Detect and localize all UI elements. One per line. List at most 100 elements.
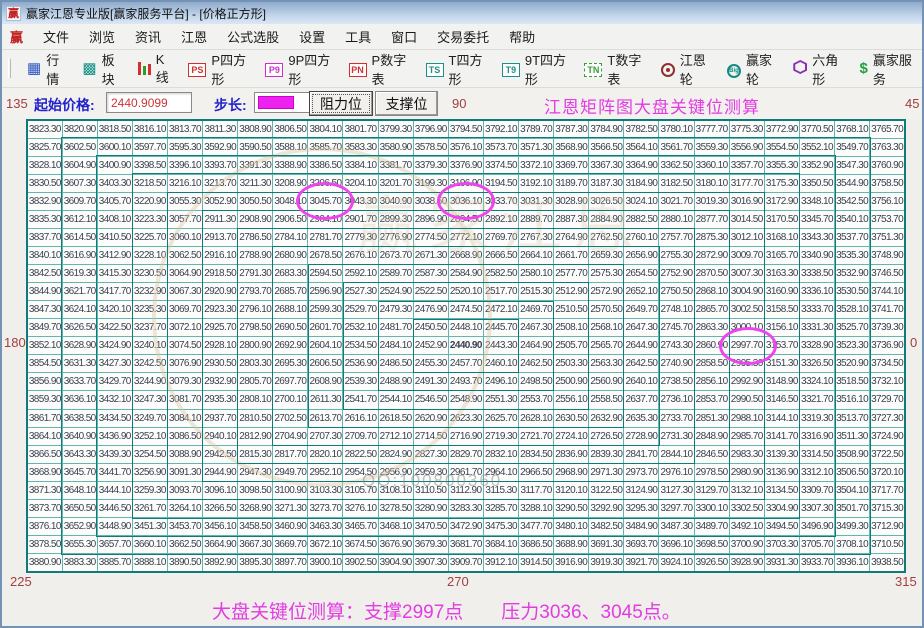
- matrix-cell: 2676.10: [343, 247, 378, 265]
- matrix-cell: 3148.90: [764, 373, 799, 391]
- menu-item-3[interactable]: 江恩: [171, 24, 217, 49]
- matrix-cell: 3072.10: [167, 319, 202, 337]
- matrix-cell: 2832.10: [483, 445, 518, 463]
- matrix-cell: 3033.70: [483, 193, 518, 211]
- menu-item-4[interactable]: 公式选股: [217, 24, 289, 49]
- matrix-cell: 3792.10: [483, 120, 518, 139]
- matrix-cell: 2592.10: [343, 265, 378, 283]
- matrix-cell: 3523.30: [835, 337, 870, 355]
- matrix-cell: 2544.10: [378, 391, 413, 409]
- toolbar-item-9t-square[interactable]: T99T四方形: [495, 48, 575, 90]
- matrix-cell: 2512.90: [554, 283, 589, 301]
- matrix-cell: 3739.30: [870, 319, 905, 337]
- matrix-cell: 3436.90: [97, 427, 132, 445]
- matrix-cell: 2822.50: [343, 445, 378, 463]
- matrix-cell: 2784.10: [273, 229, 308, 247]
- matrix-cell: 3614.50: [62, 229, 97, 247]
- toolbar-item-sectors[interactable]: ▩板块: [75, 48, 127, 90]
- matrix-cell: 3160.90: [764, 283, 799, 301]
- matrix-cell: 3060.10: [167, 229, 202, 247]
- menu-item-7[interactable]: 窗口: [381, 24, 427, 49]
- matrix-cell: 2841.70: [624, 445, 659, 463]
- matrix-cell: 3240.10: [132, 337, 167, 355]
- ts-badge-icon: TS: [426, 61, 444, 77]
- matrix-cell: 3074.50: [167, 337, 202, 355]
- matrix-cell: 3631.30: [62, 355, 97, 373]
- toolbar-item-t-square[interactable]: TST四方形: [419, 48, 492, 90]
- matrix-cell: 3417.70: [97, 283, 132, 301]
- matrix-cell: 3496.90: [799, 517, 834, 535]
- menu-item-0[interactable]: 文件: [33, 24, 79, 49]
- toolbar-gripper-icon[interactable]: [8, 59, 11, 78]
- matrix-cell: 2452.90: [413, 337, 448, 355]
- matrix-cell: 3206.50: [308, 175, 343, 193]
- matrix-cell: 3316.90: [799, 427, 834, 445]
- matrix-cell: 3225.70: [132, 229, 167, 247]
- matrix-cell: 2589.70: [378, 265, 413, 283]
- menu-item-5[interactable]: 设置: [289, 24, 335, 49]
- matrix-cell: 3535.30: [835, 247, 870, 265]
- matrix-cell: 2896.90: [413, 211, 448, 229]
- matrix-cell: 3751.30: [870, 229, 905, 247]
- menu-item-6[interactable]: 工具: [335, 24, 381, 49]
- matrix-cell: 2637.70: [624, 391, 659, 409]
- menu-item-2[interactable]: 资讯: [125, 24, 171, 49]
- matrix-cell: 3844.90: [27, 283, 62, 301]
- matrix-cell: 2829.70: [448, 445, 483, 463]
- matrix-cell: 2899.30: [378, 211, 413, 229]
- toolbar-item-winner-wheel[interactable]: Big赢家轮: [720, 48, 783, 90]
- matrix-cell: 3444.10: [97, 481, 132, 499]
- matrix-cell: 2640.10: [624, 373, 659, 391]
- matrix-cell: 3513.70: [835, 409, 870, 427]
- toolbar-item-kline[interactable]: K线: [131, 50, 179, 88]
- toolbar-item-t-number-table[interactable]: TNT数字表: [577, 48, 650, 90]
- matrix-center-cell: 2440.90: [448, 337, 483, 355]
- matrix-cell: 3732.10: [870, 373, 905, 391]
- matrix-cell: 3242.50: [132, 355, 167, 373]
- toolbar-item-gann-wheel[interactable]: 江恩轮: [654, 48, 717, 90]
- matrix-cell: 3904.90: [378, 553, 413, 572]
- toolbar-item-hexagon[interactable]: 六角形: [786, 48, 849, 90]
- toolbar-item-p-square[interactable]: PSP四方形: [181, 48, 255, 90]
- matrix-cell: 3348.10: [799, 193, 834, 211]
- matrix-cell: 2851.30: [694, 409, 729, 427]
- matrix-cell: 3789.70: [519, 120, 554, 139]
- start-price-input[interactable]: [106, 92, 192, 113]
- matrix-cell: 3146.50: [764, 391, 799, 409]
- matrix-cell: 3014.50: [729, 211, 764, 229]
- matrix-cell: 3280.90: [413, 499, 448, 517]
- matrix-cell: 3172.90: [764, 193, 799, 211]
- matrix-cell: 3429.70: [97, 373, 132, 391]
- menu-item-8[interactable]: 交易委托: [427, 24, 499, 49]
- matrix-cell: 3782.50: [624, 120, 659, 139]
- toolbar-item-quotes[interactable]: ▦行情: [20, 48, 72, 90]
- matrix-cell: 3446.50: [97, 499, 132, 517]
- matrix-cell: 3192.10: [519, 175, 554, 193]
- matrix-cell: 3664.90: [203, 535, 238, 553]
- child-window-icon[interactable]: 赢: [10, 27, 23, 46]
- matrix-cell: 3036.10: [448, 193, 483, 211]
- matrix-cell: 3830.50: [27, 175, 62, 193]
- menu-item-9[interactable]: 帮助: [499, 24, 545, 49]
- matrix-cell: 2728.90: [624, 427, 659, 445]
- matrix-cell: 2887.30: [554, 211, 589, 229]
- matrix-cell: 3902.50: [343, 553, 378, 572]
- matrix-cell: 2928.10: [203, 337, 238, 355]
- matrix-cell: 2755.30: [659, 247, 694, 265]
- matrix-cell: 2712.10: [378, 427, 413, 445]
- matrix-cell: 2496.10: [483, 373, 518, 391]
- matrix-cell: 3864.10: [27, 427, 62, 445]
- toolbar-item-9p-square[interactable]: P99P四方形: [258, 48, 338, 90]
- matrix-cell: 3321.70: [799, 391, 834, 409]
- toolbar-item-winner-service[interactable]: $赢家服务: [853, 48, 922, 90]
- matrix-cell: 3345.70: [799, 211, 834, 229]
- matrix-cell: 2680.90: [273, 247, 308, 265]
- matrix-cell: 2479.30: [378, 301, 413, 319]
- toolbar-item-p-number-table[interactable]: PNP数字表: [342, 48, 416, 90]
- matrix-cell: 3266.50: [203, 499, 238, 517]
- title-bar[interactable]: 赢 赢家江恩专业版[赢家服务平台] - [价格正方形]: [2, 2, 922, 24]
- resistance-button[interactable]: 阻力位: [309, 91, 373, 116]
- menu-item-1[interactable]: 浏览: [79, 24, 125, 49]
- matrix-cell: 3412.90: [97, 247, 132, 265]
- support-button[interactable]: 支撑位: [375, 91, 438, 116]
